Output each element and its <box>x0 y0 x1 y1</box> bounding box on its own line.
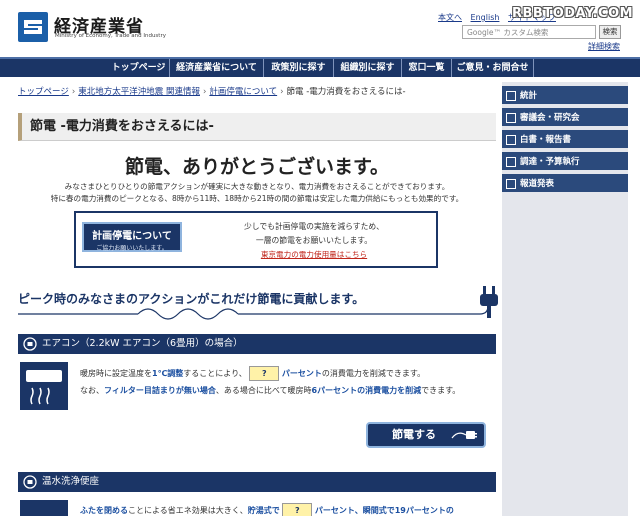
ac-highlight-6percent: 6パーセントの消費電力を削減 <box>311 386 422 395</box>
planned-outage-notice: 計画停電について ご協力お願いいたします。 少しでも計画停電の実施を減らすため、… <box>74 211 438 268</box>
sidebar-item-procurement[interactable]: 調達・予算執行 <box>502 152 628 172</box>
breadcrumb-planned-outage[interactable]: 計画停電について <box>209 87 277 97</box>
air-conditioner-icon <box>20 362 68 410</box>
question-box[interactable]: ? <box>282 503 313 516</box>
people-icon <box>506 113 516 123</box>
washlet-highlight-percent: パーセント、瞬間式で19パーセントの <box>314 506 454 515</box>
english-link[interactable]: English <box>471 13 500 22</box>
chart-icon <box>506 91 516 101</box>
plug-circle-icon <box>23 337 37 351</box>
ac-text-line-2: なお、フィルター目詰まりが無い場合、ある場合に比べて暖房時6パーセントの消費電力… <box>80 385 460 396</box>
nav-about-meti[interactable]: 経済産業省について <box>170 59 264 77</box>
meti-logo-icon[interactable] <box>18 12 48 42</box>
site-header: 経済産業省 Ministry of Economy, Trade and Ind… <box>0 0 640 56</box>
breadcrumb-earthquake[interactable]: 東北地方太平洋沖地震 関連情報 <box>78 87 200 97</box>
page-title: 節電 -電力消費をおさえるには- <box>18 113 496 141</box>
sidebar-item-label: 調達・予算執行 <box>520 157 580 167</box>
watermark: RBBTODAY.COM <box>512 6 634 21</box>
ac-text: の消費電力を削減できます。 <box>321 369 426 378</box>
planned-outage-button-title: 計画停電について <box>92 231 172 242</box>
ac-highlight-filter: フィルター目詰まりが無い場合 <box>104 386 216 395</box>
plug-icon <box>480 286 498 318</box>
washlet-highlight-storage: 貯湯式で <box>247 506 280 515</box>
ac-text-line-1: 暖房時に設定温度を1℃調整することにより、 ? パーセントの消費電力を削減できま… <box>80 366 425 381</box>
sidebar-item-councils[interactable]: 審議会・研究会 <box>502 108 628 128</box>
sidebar-item-label: 統計 <box>520 91 538 101</box>
search-button[interactable]: 検索 <box>599 25 621 39</box>
skip-to-content-link[interactable]: 本文へ <box>438 13 462 22</box>
intro-text-2: 特に春の電力消費のピークとなる、8時から11時、18時から21時の間の節電は安定… <box>50 194 464 203</box>
sidebar: 統計 審議会・研究会 白書・報告書 調達・予算執行 報道発表 <box>502 82 628 516</box>
ac-highlight-temp: 1℃調整 <box>152 369 184 378</box>
breadcrumb-separator: › <box>202 87 207 97</box>
plug-circle-icon <box>23 475 37 489</box>
global-nav: トップページ 経済産業省について 政策別に探す 組織別に探す 窓口一覧 ご意見・… <box>0 57 640 77</box>
intro-text-1: みなさまひとりひとりの節電アクションが確実に大きな動きとなり、電力消費をおさえる… <box>64 182 450 191</box>
site-subtitle: Ministry of Economy, Trade and Industry <box>55 33 166 39</box>
peak-section-title: ピーク時のみなさまのアクションがこれだけ節電に貢献します。 <box>18 292 365 306</box>
washlet-section-title: 温水洗浄便座 <box>42 476 100 487</box>
toilet-icon <box>20 500 68 516</box>
washlet-section-header: 温水洗浄便座 <box>18 472 496 492</box>
nav-feedback[interactable]: ご意見・お問合せ <box>452 59 534 77</box>
notice-text-2: 一層の節電をお願いいたします。 <box>255 236 373 245</box>
sidebar-item-press-releases[interactable]: 報道発表 <box>502 174 628 194</box>
question-box[interactable]: ? <box>249 366 280 381</box>
ac-text: することにより、 <box>183 369 247 378</box>
nav-by-organization[interactable]: 組織別に探す <box>334 59 402 77</box>
washlet-text-line: ふたを閉めることによる省エネ効果は大きく、貯湯式で ? パーセント、瞬間式で19… <box>80 503 454 516</box>
breadcrumb-current: 節電 -電力消費をおさえるには- <box>286 87 406 97</box>
notice-text-1: 少しでも計画停電の実施を減らすため、 <box>244 222 384 231</box>
breadcrumb-top[interactable]: トップページ <box>18 87 69 97</box>
breadcrumb-separator: › <box>71 87 76 97</box>
sidebar-item-statistics[interactable]: 統計 <box>502 86 628 106</box>
document-icon <box>506 157 516 167</box>
ac-percent-label: パーセント <box>281 369 322 378</box>
sidebar-item-label: 審議会・研究会 <box>520 113 580 123</box>
advanced-search-link[interactable]: 詳細検索 <box>588 41 620 52</box>
save-power-button[interactable]: 節電する <box>366 422 486 448</box>
washlet-text: ことによる省エネ効果は大きく、 <box>128 506 248 515</box>
search-input[interactable]: Google™ カスタム検索 <box>462 25 596 39</box>
planned-outage-button-sub: ご協力お願いいたします。 <box>96 245 168 252</box>
ac-section-title: エアコン（2.2kW エアコン（6畳用）の場合） <box>42 338 243 349</box>
book-icon <box>506 135 516 145</box>
ac-section-header: エアコン（2.2kW エアコン（6畳用）の場合） <box>18 334 496 354</box>
newspaper-icon <box>506 179 516 189</box>
sidebar-item-label: 白書・報告書 <box>520 135 572 145</box>
breadcrumb-separator: › <box>280 87 284 97</box>
ac-text: なお、 <box>80 386 104 395</box>
headline: 節電、ありがとうございます。 <box>124 156 390 178</box>
wave-line-decoration <box>18 306 489 320</box>
breadcrumb: トップページ › 東北地方太平洋沖地震 関連情報 › 計画停電について › 節電 -電力消費… <box>18 85 406 97</box>
nav-contact-list[interactable]: 窓口一覧 <box>402 59 452 77</box>
washlet-highlight-lid: ふたを閉める <box>80 506 128 515</box>
nav-by-policy[interactable]: 政策別に探す <box>264 59 334 77</box>
plug-icon <box>451 431 477 439</box>
sidebar-item-label: 報道発表 <box>520 179 555 189</box>
ac-text: 、ある場合に比べて暖房時 <box>215 386 312 395</box>
tepco-usage-link[interactable]: 東京電力の電力使用量はこちら <box>196 249 432 260</box>
sidebar-item-white-papers[interactable]: 白書・報告書 <box>502 130 628 150</box>
ac-text: 暖房時に設定温度を <box>80 369 152 378</box>
ac-text: できます。 <box>421 386 461 395</box>
nav-top-page[interactable]: トップページ <box>108 59 170 77</box>
planned-outage-button[interactable]: 計画停電について ご協力お願いいたします。 <box>82 222 182 252</box>
save-power-label: 節電する <box>392 428 436 441</box>
